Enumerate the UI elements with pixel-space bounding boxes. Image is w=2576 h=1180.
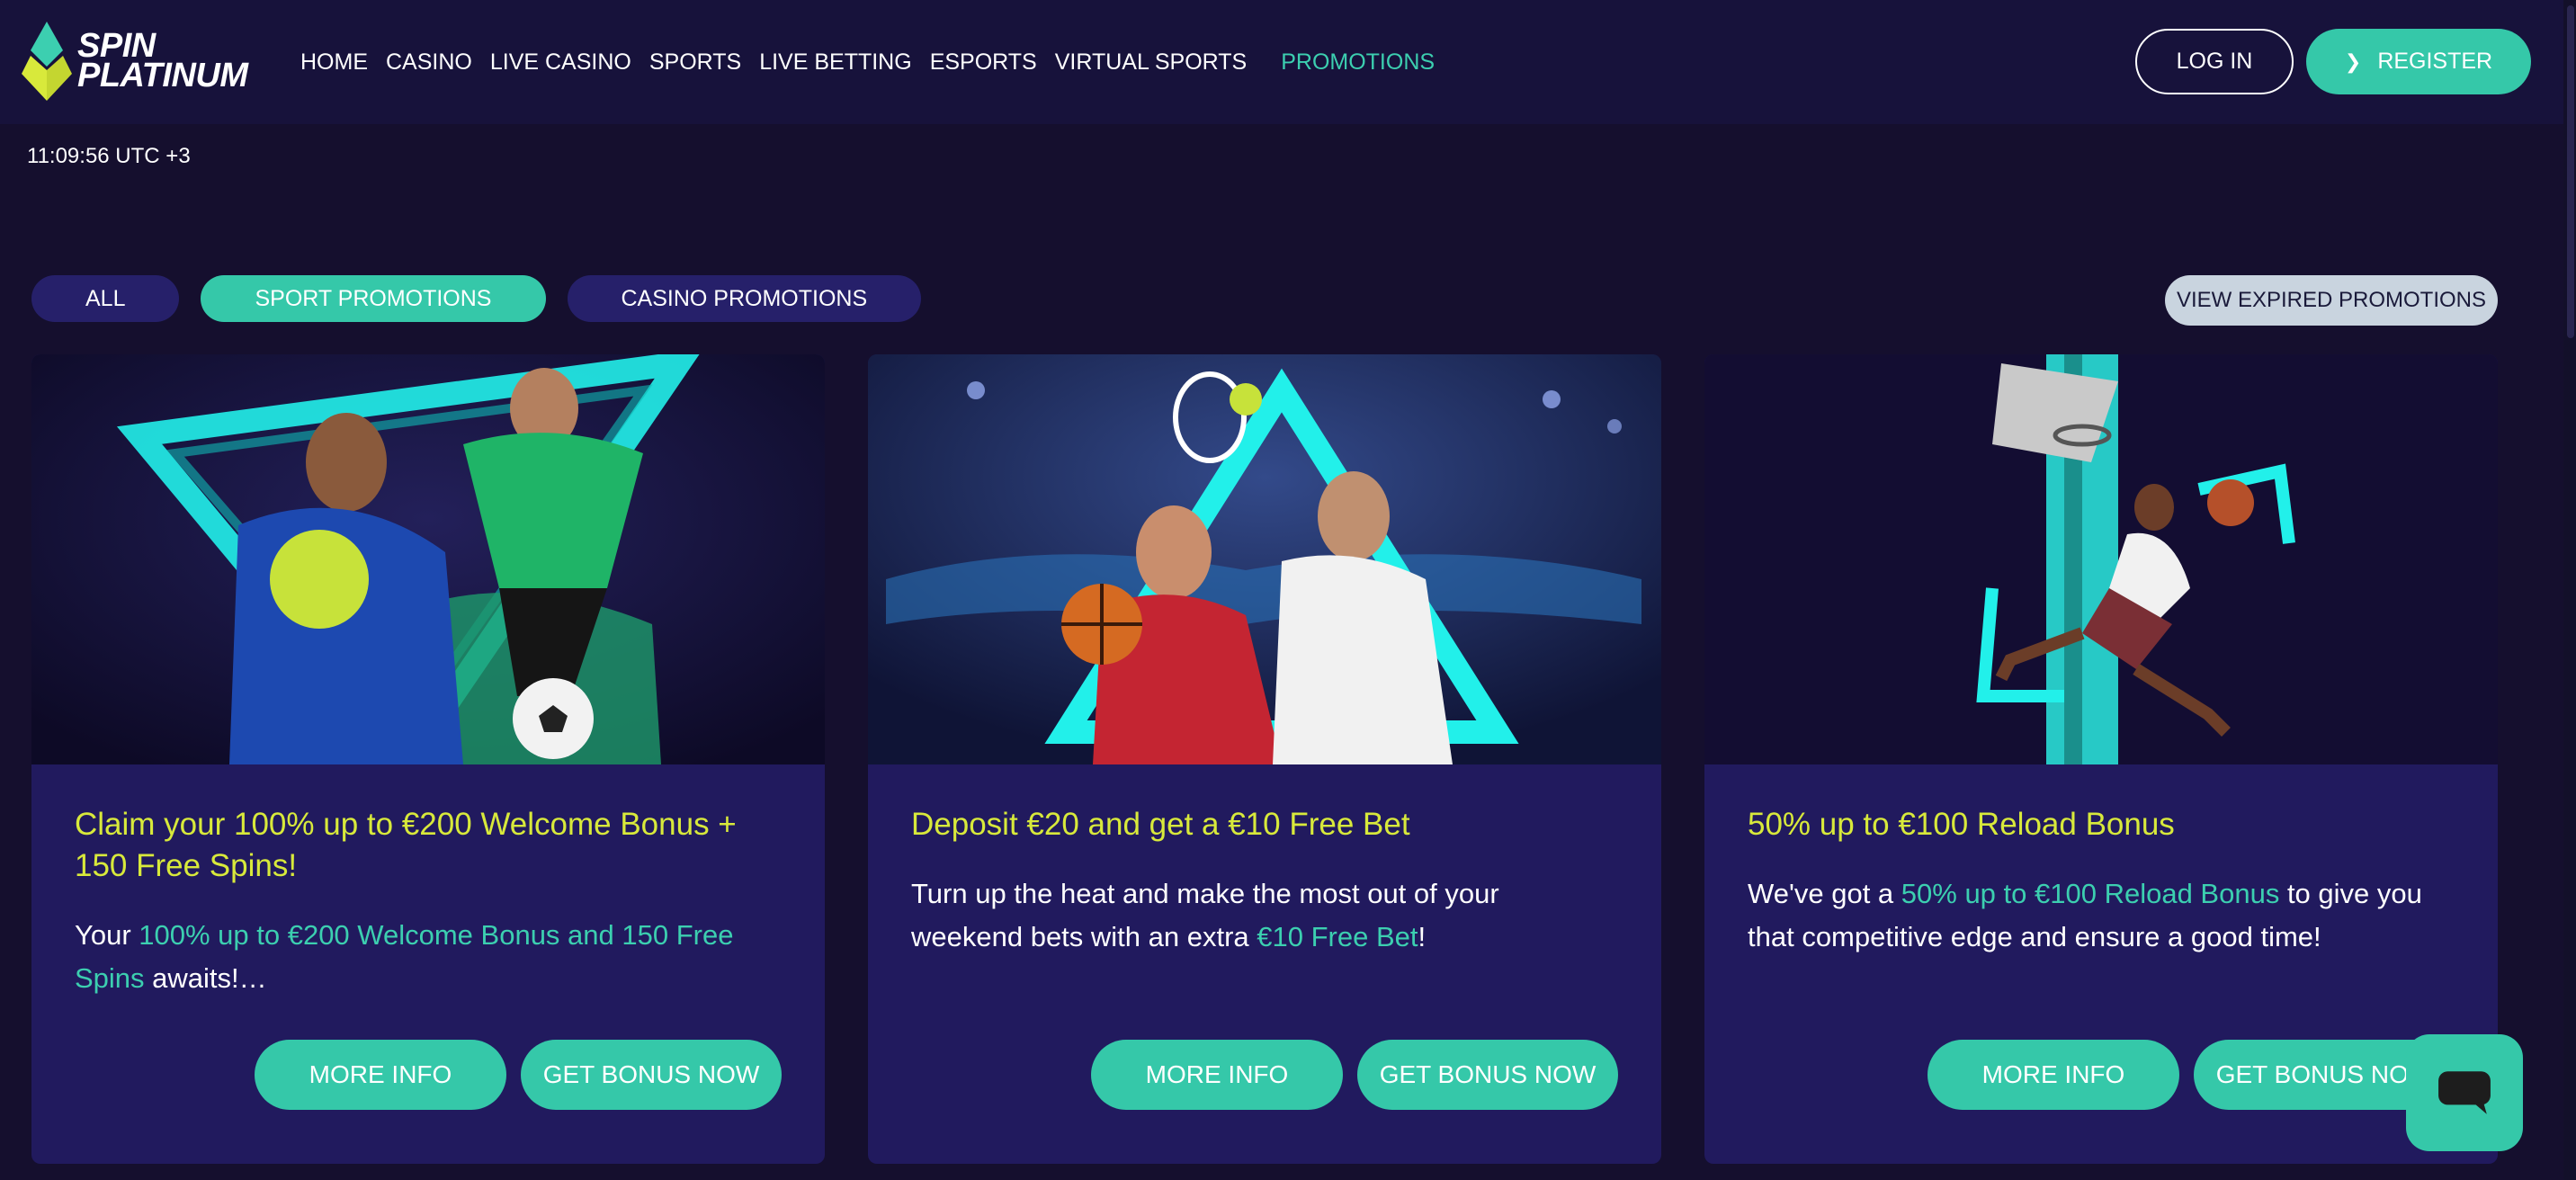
nav-casino[interactable]: CASINO <box>386 49 472 76</box>
filter-casino-promotions[interactable]: CASINO PROMOTIONS <box>567 275 922 322</box>
nav-live-casino[interactable]: LIVE CASINO <box>490 49 631 76</box>
register-button[interactable]: ❯ REGISTER <box>2306 29 2531 94</box>
promo-desc-highlight: 50% up to €100 Reload Bonus <box>1901 878 2280 909</box>
promo-description: We've got a 50% up to €100 Reload Bonus … <box>1748 872 2455 959</box>
get-bonus-button[interactable]: GET BONUS NOW <box>521 1040 782 1110</box>
live-chat-button[interactable] <box>2406 1034 2523 1151</box>
server-clock: 11:09:56 UTC +3 <box>27 144 191 168</box>
promo-description: Your 100% up to €200 Welcome Bonus and 1… <box>75 914 782 1000</box>
promo-image-basketball-tennis <box>868 354 1661 764</box>
view-expired-promotions-button[interactable]: VIEW EXPIRED PROMOTIONS <box>2165 275 2498 326</box>
page-scrollbar[interactable] <box>2563 0 2576 1180</box>
get-bonus-button[interactable]: GET BONUS NOW <box>1357 1040 1618 1110</box>
nav-sports[interactable]: SPORTS <box>649 49 741 76</box>
brand-wordmark: SPIN PLATINUM <box>77 30 248 94</box>
promo-title: Claim your 100% up to €200 Welcome Bonus… <box>75 807 737 883</box>
promo-title: 50% up to €100 Reload Bonus <box>1748 807 2175 842</box>
nav-esports[interactable]: ESPORTS <box>930 49 1037 76</box>
promo-image-basketball-dunk <box>1704 354 2498 764</box>
more-info-button[interactable]: MORE INFO <box>1928 1040 2179 1110</box>
filter-all[interactable]: ALL <box>31 275 180 322</box>
promo-desc-highlight: €10 Free Bet <box>1257 921 1418 952</box>
more-info-button[interactable]: MORE INFO <box>255 1040 506 1110</box>
diamond-logo-icon <box>22 22 72 101</box>
promo-description: Turn up the heat and make the most out o… <box>911 872 1618 959</box>
promo-desc-text-end: awaits!… <box>144 962 267 994</box>
chevron-right-icon: ❯ <box>2344 49 2362 73</box>
nav-virtual-sports[interactable]: VIRTUAL SPORTS <box>1055 49 1248 76</box>
promo-card-welcome-bonus: Claim your 100% up to €200 Welcome Bonus… <box>31 354 825 1164</box>
promo-actions: MORE INFO GET BONUS NOW <box>255 1040 782 1110</box>
promo-desc-text: Your <box>75 919 139 951</box>
promo-desc-text-end: ! <box>1418 921 1427 952</box>
chat-bubble-icon <box>2438 1071 2491 1114</box>
main-nav: HOME CASINO LIVE CASINO SPORTS LIVE BETT… <box>300 0 1453 124</box>
promotion-filters: ALL SPORT PROMOTIONS CASINO PROMOTIONS <box>31 275 943 322</box>
brand-logo[interactable]: SPIN PLATINUM <box>20 20 273 103</box>
promo-title: Deposit €20 and get a €10 Free Bet <box>911 807 1410 842</box>
login-button[interactable]: LOG IN <box>2135 29 2294 94</box>
promo-card-free-bet: Deposit €20 and get a €10 Free Bet Turn … <box>868 354 1661 1164</box>
top-navigation-bar: SPIN PLATINUM HOME CASINO LIVE CASINO SP… <box>0 0 2576 124</box>
promo-desc-text: We've got a <box>1748 878 1901 909</box>
register-label: REGISTER <box>2377 49 2493 74</box>
brand-line-2: PLATINUM <box>77 57 248 94</box>
nav-promotions[interactable]: PROMOTIONS <box>1281 49 1435 76</box>
filter-sport-promotions[interactable]: SPORT PROMOTIONS <box>201 275 546 322</box>
more-info-button[interactable]: MORE INFO <box>1091 1040 1343 1110</box>
nav-live-betting[interactable]: LIVE BETTING <box>759 49 911 76</box>
promo-card-reload-bonus: 50% up to €100 Reload Bonus We've got a … <box>1704 354 2498 1164</box>
promo-actions: MORE INFO GET BONUS NOW <box>1091 1040 1618 1110</box>
promo-actions: MORE INFO GET BONUS NOW <box>1928 1040 2455 1110</box>
nav-home[interactable]: HOME <box>300 49 368 76</box>
promo-image-tennis-football <box>31 354 825 764</box>
auth-buttons: LOG IN ❯ REGISTER <box>2135 29 2531 94</box>
scrollbar-thumb[interactable] <box>2567 5 2574 338</box>
